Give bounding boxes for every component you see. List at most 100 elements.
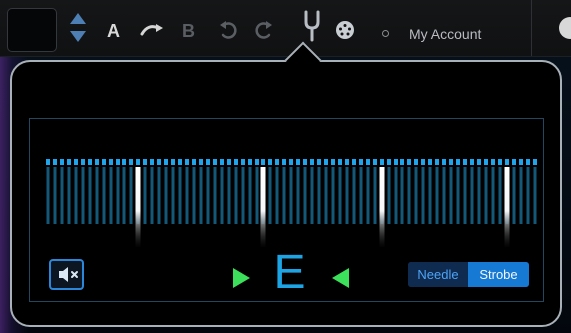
tuning-fork-icon[interactable] (302, 10, 322, 42)
strobe-cap (95, 159, 99, 165)
account-status-dot (382, 30, 389, 37)
strobe-bar (310, 167, 314, 224)
strobe-bar (88, 167, 92, 224)
strobe-cap (213, 159, 217, 165)
strobe-cap (164, 159, 168, 165)
strobe-bar (164, 167, 168, 224)
strobe-bar (477, 167, 481, 224)
undo-icon[interactable] (217, 19, 239, 41)
strobe-bar (143, 167, 147, 224)
strobe-bar (519, 167, 523, 224)
strobe-cap (387, 159, 391, 165)
mode-toggle: Needle Strobe (408, 262, 529, 287)
strobe-cap (199, 159, 203, 165)
app-window: A B My Account E Needle Strobe (0, 0, 571, 333)
strobe-display: E Needle Strobe (29, 118, 544, 302)
mute-button[interactable] (49, 259, 84, 290)
strobe-cap (275, 159, 279, 165)
strobe-cap (317, 159, 321, 165)
strobe-bar (109, 167, 113, 224)
strobe-bar (275, 167, 279, 224)
strobe-cap (88, 159, 92, 165)
strobe-bar (53, 167, 57, 224)
strobe-bar (185, 167, 189, 224)
strobe-cap (526, 159, 530, 165)
strobe-cap (449, 159, 453, 165)
flat-indicator-arrow (233, 268, 250, 288)
strobe-cap (366, 159, 370, 165)
strobe-cap (136, 159, 140, 165)
redo-icon[interactable] (253, 19, 275, 41)
strobe-cap (171, 159, 175, 165)
strobe-bar (206, 167, 210, 224)
strobe-cap (74, 159, 78, 165)
my-account-link[interactable]: My Account (409, 26, 481, 42)
strobe-bar (338, 167, 342, 224)
strobe-cap (303, 159, 307, 165)
strobe-cap (477, 159, 481, 165)
strobe-bar (234, 167, 238, 224)
strobe-cap (129, 159, 133, 165)
strobe-bar (421, 167, 425, 224)
strobe-cap (421, 159, 425, 165)
strobe-bar (303, 167, 307, 224)
strobe-bar (192, 167, 196, 224)
strobe-cap (456, 159, 460, 165)
strobe-bar (498, 167, 502, 224)
strobe-bar (484, 167, 488, 224)
strobe-cap (102, 159, 106, 165)
strobe-bar (171, 167, 175, 224)
needle-mode-button[interactable]: Needle (408, 262, 468, 287)
strobe-bar (428, 167, 432, 224)
strobe-bar (352, 167, 356, 224)
strobe-cap (296, 159, 300, 165)
strobe-cap (394, 159, 398, 165)
strobe-cap (463, 159, 467, 165)
user-avatar[interactable] (559, 17, 571, 39)
strobe-bar (74, 167, 78, 224)
strobe-cap (345, 159, 349, 165)
strobe-bar (178, 167, 182, 224)
strobe-bar (414, 167, 418, 224)
toolbar-left-panel[interactable] (7, 8, 57, 52)
strobe-bar (345, 167, 349, 224)
strobe-bar (199, 167, 203, 224)
strobe-bar (491, 167, 495, 224)
strobe-cap (234, 159, 238, 165)
strobe-cap (359, 159, 363, 165)
a-button[interactable]: A (107, 22, 120, 40)
sort-down-icon[interactable] (70, 31, 86, 42)
strobe-peak (135, 167, 141, 247)
strobe-cap (122, 159, 126, 165)
mute-icon (59, 267, 78, 282)
b-button[interactable]: B (182, 22, 195, 40)
loop-icon[interactable] (139, 19, 167, 41)
strobe-cap (428, 159, 432, 165)
strobe-bar (213, 167, 217, 224)
strobe-bar (248, 167, 252, 224)
metronome-icon[interactable] (334, 19, 356, 41)
strobe-bar (268, 167, 272, 224)
strobe-cap (491, 159, 495, 165)
strobe-cap (116, 159, 120, 165)
strobe-cap (46, 159, 50, 165)
strobe-cap (289, 159, 293, 165)
strobe-bar (81, 167, 85, 224)
strobe-bar (150, 167, 154, 224)
strobe-cap (178, 159, 182, 165)
strobe-cap (505, 159, 509, 165)
strobe-cap (192, 159, 196, 165)
sort-up-icon[interactable] (70, 13, 86, 24)
strobe-bar (394, 167, 398, 224)
strobe-bar (255, 167, 259, 224)
strobe-cap (373, 159, 377, 165)
strobe-bar (116, 167, 120, 224)
strobe-cap (67, 159, 71, 165)
strobe-mode-button[interactable]: Strobe (468, 262, 529, 287)
strobe-bar (129, 167, 133, 224)
strobe-cap (185, 159, 189, 165)
strobe-bar (331, 167, 335, 224)
strobe-bar (241, 167, 245, 224)
strobe-bar (470, 167, 474, 224)
strobe-bar (359, 167, 363, 224)
